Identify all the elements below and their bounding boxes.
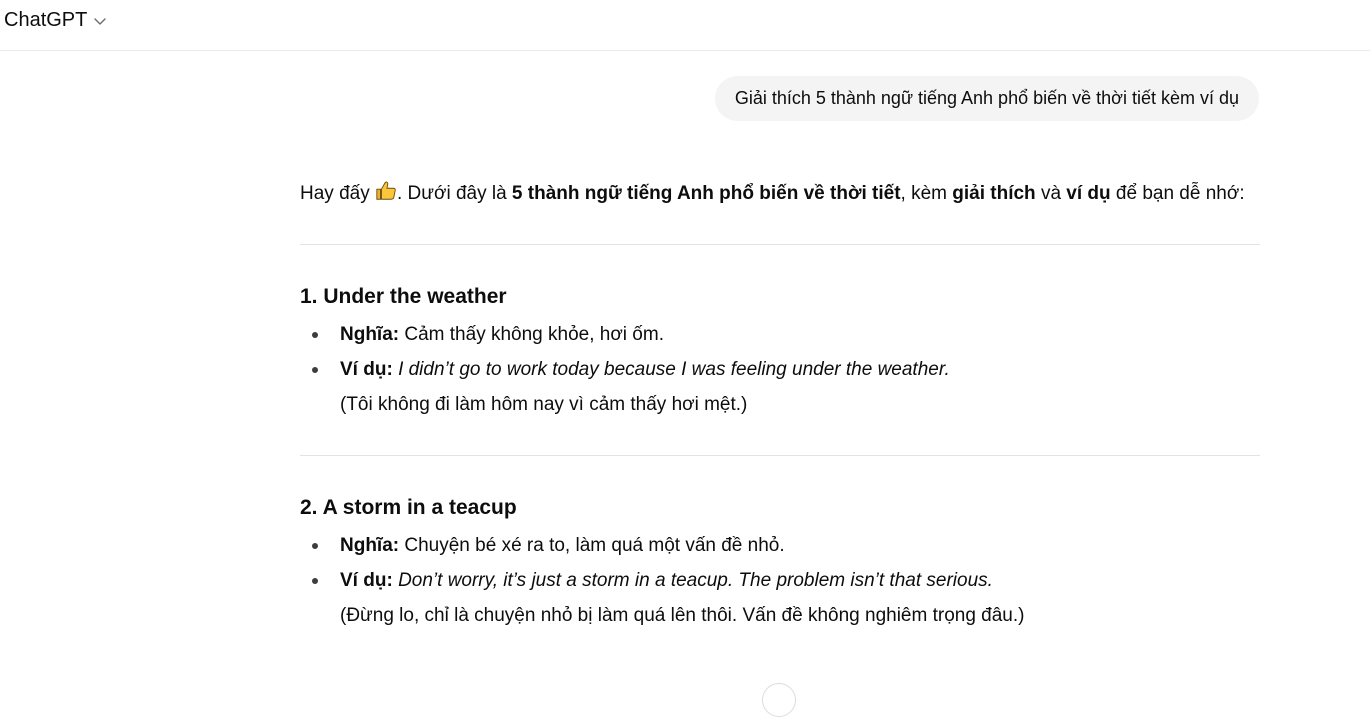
idiom-title: 1. Under the weather bbox=[300, 285, 507, 308]
model-name: ChatGPT bbox=[4, 9, 88, 31]
example-translation: (Tôi không đi làm hôm nay vì cảm thấy hơ… bbox=[340, 394, 748, 415]
idiom-points: Nghĩa: Cảm thấy không khỏe, hơi ốm. Ví d… bbox=[300, 317, 1260, 387]
intro-bold: giải thích bbox=[952, 183, 1036, 204]
example-label: Ví dụ: bbox=[340, 570, 393, 591]
example-translation: (Đừng lo, chỉ là chuyện nhỏ bị làm quá l… bbox=[340, 605, 1025, 626]
top-bar: ChatGPT bbox=[0, 0, 1370, 51]
example-text: I didn’t go to work today because I was … bbox=[398, 359, 950, 380]
model-selector-button[interactable]: ChatGPT bbox=[4, 6, 107, 34]
idiom-title: 2. A storm in a teacup bbox=[300, 496, 517, 519]
bullet-icon bbox=[312, 332, 318, 338]
intro-bold: 5 thành ngữ tiếng Anh phổ biến về thời t… bbox=[511, 183, 901, 204]
example-text: Don’t worry, it’s just a storm in a teac… bbox=[398, 570, 993, 591]
meaning-text: Chuyện bé xé ra to, làm quá một vấn đề n… bbox=[399, 535, 785, 556]
chevron-down-icon bbox=[94, 18, 107, 25]
thumbs-up-emoji bbox=[376, 181, 396, 200]
response-intro: Hay đấy . Dưới đây là 5 thành ngữ tiếng … bbox=[300, 176, 1260, 211]
bullet-icon bbox=[312, 367, 318, 373]
user-message-bubble: Giải thích 5 thành ngữ tiếng Anh phổ biế… bbox=[714, 76, 1259, 121]
intro-text: để bạn dễ nhớ: bbox=[1110, 183, 1245, 204]
meaning-label: Nghĩa: bbox=[340, 324, 400, 345]
user-message-text: Giải thích 5 thành ngữ tiếng Anh phổ biế… bbox=[734, 88, 1239, 108]
example-item: Ví dụ: I didn’t go to work today because… bbox=[300, 352, 1260, 387]
intro-text: Hay đấy bbox=[300, 183, 375, 204]
scroll-down-button[interactable] bbox=[762, 683, 796, 717]
meaning-item: Nghĩa: Cảm thấy không khỏe, hơi ốm. bbox=[300, 317, 1260, 352]
meaning-text: Cảm thấy không khỏe, hơi ốm. bbox=[399, 324, 664, 345]
meaning-item: Nghĩa: Chuyện bé xé ra to, làm quá một v… bbox=[300, 528, 1260, 563]
section-divider bbox=[300, 455, 1260, 456]
idiom-section: 2. A storm in a teacup Nghĩa: Chuyện bé … bbox=[300, 492, 1260, 633]
intro-bold: ví dụ bbox=[1066, 183, 1111, 204]
bullet-icon bbox=[312, 578, 318, 584]
example-item: Ví dụ: Don’t worry, it’s just a storm in… bbox=[300, 563, 1260, 598]
intro-text: và bbox=[1035, 183, 1067, 204]
example-label: Ví dụ: bbox=[340, 359, 393, 380]
intro-text: . Dưới đây là bbox=[396, 183, 512, 204]
assistant-response: Hay đấy . Dưới đây là 5 thành ngữ tiếng … bbox=[300, 176, 1260, 633]
bullet-icon bbox=[312, 543, 318, 549]
idiom-points: Nghĩa: Chuyện bé xé ra to, làm quá một v… bbox=[300, 528, 1260, 598]
meaning-label: Nghĩa: bbox=[340, 535, 400, 556]
idiom-section: 1. Under the weather Nghĩa: Cảm thấy khô… bbox=[300, 281, 1260, 422]
intro-text: , kèm bbox=[900, 183, 953, 204]
section-divider bbox=[300, 244, 1260, 245]
